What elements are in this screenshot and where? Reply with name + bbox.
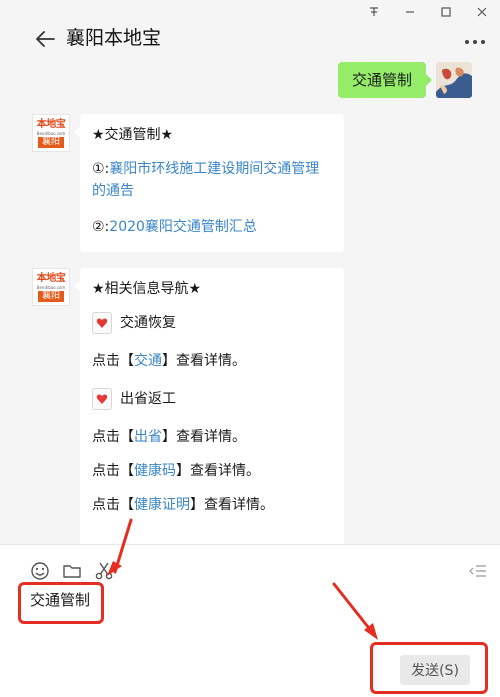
- maximize-icon[interactable]: [428, 0, 464, 24]
- section-heading-text: 出省返工: [120, 391, 176, 407]
- heart-icon: [92, 388, 112, 410]
- link-health-code[interactable]: 健康码: [134, 463, 176, 479]
- link-traffic-summary[interactable]: 2020襄阳交通管制汇总: [109, 219, 257, 235]
- avatar-brand-text: 本地宝: [36, 272, 66, 284]
- section-heading-text: 交通恢复: [120, 315, 176, 331]
- avatar-domain-text: Bendibao.com: [36, 130, 66, 136]
- link-leave-province[interactable]: 出省: [134, 429, 162, 445]
- close-icon[interactable]: [464, 0, 500, 24]
- avatar-domain-text: Bendibao.com: [36, 284, 66, 290]
- message-title: ★交通管制★: [92, 127, 174, 143]
- avatar-city-text: 襄阳: [37, 136, 64, 148]
- chat-history-icon[interactable]: [468, 563, 488, 579]
- user-avatar[interactable]: [436, 62, 472, 98]
- chat-history[interactable]: 交通管制 本地宝 Bendibao.com 襄阳 ★交通管制★ ①:襄阳市环线施…: [0, 58, 500, 544]
- message-title: ★相关信息导航★: [92, 281, 202, 297]
- incoming-message-2: 本地宝 Bendibao.com 襄阳 ★相关信息导航★ 交通恢复 点击【交通】…: [32, 268, 344, 544]
- back-arrow-icon[interactable]: [32, 26, 58, 52]
- item-prefix: ①:: [92, 161, 110, 177]
- bendibao-avatar[interactable]: 本地宝 Bendibao.com 襄阳: [32, 268, 70, 306]
- avatar-city-text: 襄阳: [37, 290, 64, 302]
- detail-line: 点击【健康码】查看详情。: [92, 463, 260, 479]
- incoming-message-1: 本地宝 Bendibao.com 襄阳 ★交通管制★ ①:襄阳市环线施工建设期间…: [32, 114, 344, 252]
- outgoing-bubble: 交通管制: [337, 62, 433, 98]
- minimize-icon[interactable]: [392, 0, 428, 24]
- chat-header: 襄阳本地宝: [0, 22, 500, 56]
- heart-icon: [92, 312, 112, 334]
- bendibao-avatar[interactable]: 本地宝 Bendibao.com 襄阳: [32, 114, 70, 152]
- link-traffic-notice[interactable]: 襄阳市环线施工建设期间交通管理的通告: [92, 161, 319, 199]
- message-input[interactable]: 交通管制: [30, 589, 90, 611]
- message-bubble: ★相关信息导航★ 交通恢复 点击【交通】查看详情。 出省返工 点击【出省】查看详…: [74, 268, 344, 544]
- folder-icon[interactable]: [60, 559, 84, 583]
- item-prefix: ②:: [92, 219, 110, 235]
- section-heading: 交通恢复: [92, 312, 332, 334]
- avatar-brand-text: 本地宝: [36, 118, 66, 130]
- detail-line: 点击【交通】查看详情。: [92, 353, 246, 369]
- link-traffic[interactable]: 交通: [134, 353, 162, 369]
- detail-line: 点击【出省】查看详情。: [92, 429, 246, 445]
- section-heading: 出省返工: [92, 388, 332, 410]
- message-bubble: ★交通管制★ ①:襄阳市环线施工建设期间交通管理的通告 ②:2020襄阳交通管制…: [74, 114, 344, 252]
- detail-line: 点击【健康证明】查看详情。: [92, 497, 274, 513]
- scissors-icon[interactable]: [92, 559, 116, 583]
- send-button[interactable]: 发送(S): [400, 655, 470, 685]
- link-health-certificate[interactable]: 健康证明: [134, 497, 190, 513]
- input-toolbar: [28, 559, 116, 583]
- outgoing-message: 交通管制: [337, 62, 472, 98]
- window-controls: [356, 0, 500, 24]
- chat-title: 襄阳本地宝: [66, 27, 162, 49]
- more-options-icon[interactable]: [462, 28, 488, 52]
- emoji-icon[interactable]: [28, 559, 52, 583]
- pin-icon[interactable]: [356, 0, 392, 24]
